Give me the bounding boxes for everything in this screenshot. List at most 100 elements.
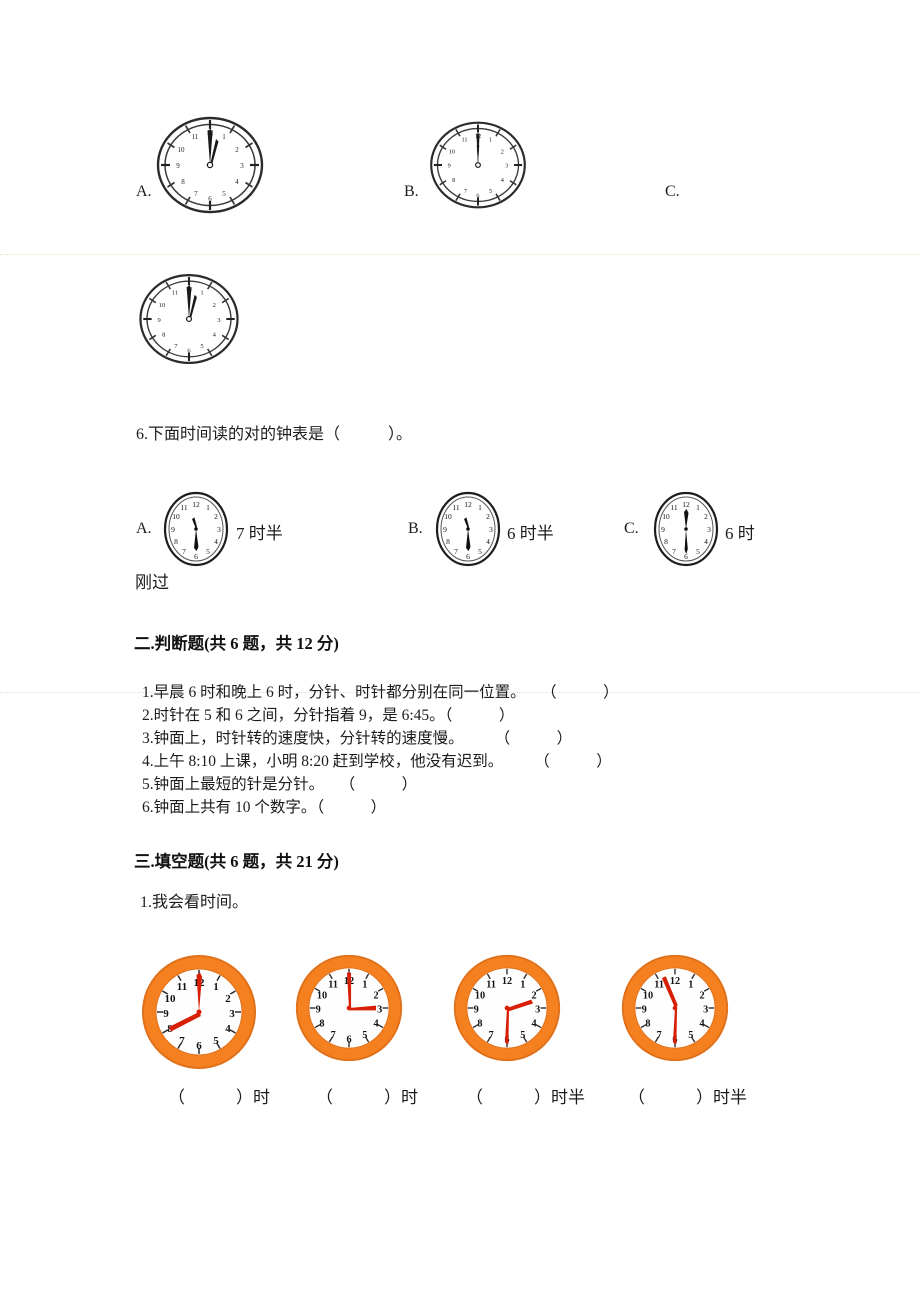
svg-text:1: 1: [688, 979, 693, 990]
svg-text:1: 1: [222, 133, 226, 141]
judge-item-5: 5.钟面上最短的针是分针。 （ ）: [142, 776, 418, 793]
svg-text:4: 4: [704, 537, 708, 546]
svg-text:3: 3: [217, 317, 220, 324]
fill-answer-label-1: （ ）时: [168, 1088, 270, 1107]
scan-artifact-line-top: [0, 254, 920, 256]
svg-text:1: 1: [696, 503, 700, 512]
svg-text:1: 1: [213, 981, 219, 993]
svg-text:11: 11: [180, 503, 187, 512]
svg-text:4: 4: [531, 1019, 536, 1030]
svg-text:5: 5: [222, 190, 226, 198]
svg-text:9: 9: [448, 163, 451, 170]
svg-text:1: 1: [489, 137, 492, 144]
svg-text:5: 5: [688, 1030, 693, 1041]
judge-item-6: 6.钟面上共有 10 个数字。（ ）: [142, 799, 387, 816]
svg-text:7: 7: [672, 547, 676, 556]
svg-text:3: 3: [377, 1005, 382, 1016]
svg-text:5: 5: [362, 1030, 367, 1041]
svg-text:6: 6: [196, 1040, 202, 1052]
svg-text:10: 10: [317, 991, 327, 1002]
fill-clock-3: 1212 345 678 91011: [452, 953, 562, 1063]
svg-text:9: 9: [176, 162, 180, 170]
svg-text:5: 5: [200, 343, 203, 350]
svg-text:11: 11: [461, 137, 467, 144]
fill-answer-label-3: （ ）时半: [466, 1088, 585, 1107]
fill-clock-2: 1212 345 678 91011: [294, 953, 404, 1063]
svg-text:10: 10: [643, 991, 653, 1002]
svg-text:9: 9: [158, 317, 161, 324]
svg-text:10: 10: [444, 512, 452, 521]
svg-text:9: 9: [474, 1005, 479, 1016]
svg-text:2: 2: [531, 991, 536, 1002]
judge-item-3: 3.钟面上，时针转的速度快，分针转的速度慢。 （ ）: [142, 730, 573, 747]
svg-text:11: 11: [670, 503, 677, 512]
svg-text:3: 3: [703, 1005, 708, 1016]
svg-text:10: 10: [475, 991, 485, 1002]
svg-text:12: 12: [682, 500, 690, 509]
fill-clock-1: 1212 345 678 91011: [140, 953, 258, 1071]
svg-text:10: 10: [178, 146, 186, 154]
svg-text:12: 12: [192, 500, 200, 509]
svg-text:8: 8: [319, 1019, 324, 1030]
svg-text:9: 9: [642, 1005, 647, 1016]
judge-item-2: 2.时针在 5 和 6 之间，分针指着 9，是 6:45。（ ）: [142, 707, 515, 724]
svg-text:7: 7: [179, 1035, 185, 1047]
q5-clock-b: 123 456 789 101112: [424, 118, 532, 212]
svg-text:2: 2: [214, 512, 218, 521]
svg-text:3: 3: [707, 525, 711, 534]
svg-text:6: 6: [208, 195, 212, 203]
svg-text:11: 11: [452, 503, 459, 512]
svg-text:2: 2: [486, 512, 490, 521]
svg-text:10: 10: [449, 148, 455, 155]
worksheet-page: A. 1 2 3 4 5 6 7 8 9 10 11 B. 1 2 3 4 5 …: [0, 0, 920, 1302]
svg-text:7: 7: [657, 1030, 662, 1041]
svg-text:4: 4: [486, 537, 490, 546]
svg-text:8: 8: [664, 537, 668, 546]
svg-text:2: 2: [501, 148, 504, 155]
q5-clock-c: 123 456 789 101112: [133, 270, 245, 368]
svg-text:8: 8: [452, 177, 455, 184]
q6-stem: 6.下面时间读的对的钟表是（ ）。: [136, 426, 413, 443]
svg-text:2: 2: [373, 991, 378, 1002]
svg-text:3: 3: [535, 1005, 540, 1016]
svg-text:11: 11: [486, 979, 496, 990]
svg-text:1: 1: [200, 290, 203, 297]
svg-text:5: 5: [520, 1030, 525, 1041]
svg-text:6: 6: [466, 552, 470, 561]
svg-text:10: 10: [165, 993, 177, 1005]
fill-answer-label-4: （ ）时半: [628, 1088, 747, 1107]
svg-text:10: 10: [662, 512, 670, 521]
svg-text:11: 11: [192, 133, 199, 141]
q6-option-b-label: B.: [408, 520, 423, 537]
svg-text:5: 5: [696, 547, 700, 556]
svg-text:1: 1: [520, 979, 525, 990]
svg-text:5: 5: [206, 547, 210, 556]
svg-text:1: 1: [206, 503, 210, 512]
q6-option-a-label: A.: [136, 520, 152, 537]
svg-text:7: 7: [182, 547, 186, 556]
svg-text:3: 3: [489, 525, 493, 534]
svg-text:4: 4: [699, 1019, 704, 1030]
q6-option-a-text: 7 时半: [236, 524, 283, 543]
svg-text:8: 8: [477, 1019, 482, 1030]
svg-text:11: 11: [172, 290, 178, 297]
q6-option-c-text: 6 时: [725, 524, 755, 543]
judge-item-4: 4.上午 8:10 上课，小明 8:20 赶到学校，他没有迟到。 （ ）: [142, 753, 612, 770]
svg-text:9: 9: [316, 1005, 321, 1016]
svg-text:4: 4: [373, 1019, 378, 1030]
q6-clock-c: 12 1 2 345 678 9 10 11: [645, 490, 727, 568]
svg-text:1: 1: [478, 503, 482, 512]
svg-text:3: 3: [217, 525, 221, 534]
fill-answer-label-2: （ ）时: [316, 1088, 418, 1107]
q6-clock-a: 12 1 2 345 678 9 10 11: [155, 490, 237, 568]
svg-text:2: 2: [225, 993, 231, 1005]
svg-text:9: 9: [661, 525, 665, 534]
svg-text:1: 1: [362, 979, 367, 990]
svg-text:6: 6: [476, 192, 479, 199]
svg-text:3: 3: [240, 162, 244, 170]
judge-item-1: 1.早晨 6 时和晚上 6 时，分针、时针都分别在同一位置。 （ ）: [142, 684, 619, 701]
section-2-heading: 二.判断题(共 6 题，共 12 分): [134, 634, 339, 653]
svg-text:6: 6: [346, 1034, 351, 1045]
svg-text:12: 12: [670, 976, 680, 987]
svg-text:11: 11: [328, 979, 338, 990]
